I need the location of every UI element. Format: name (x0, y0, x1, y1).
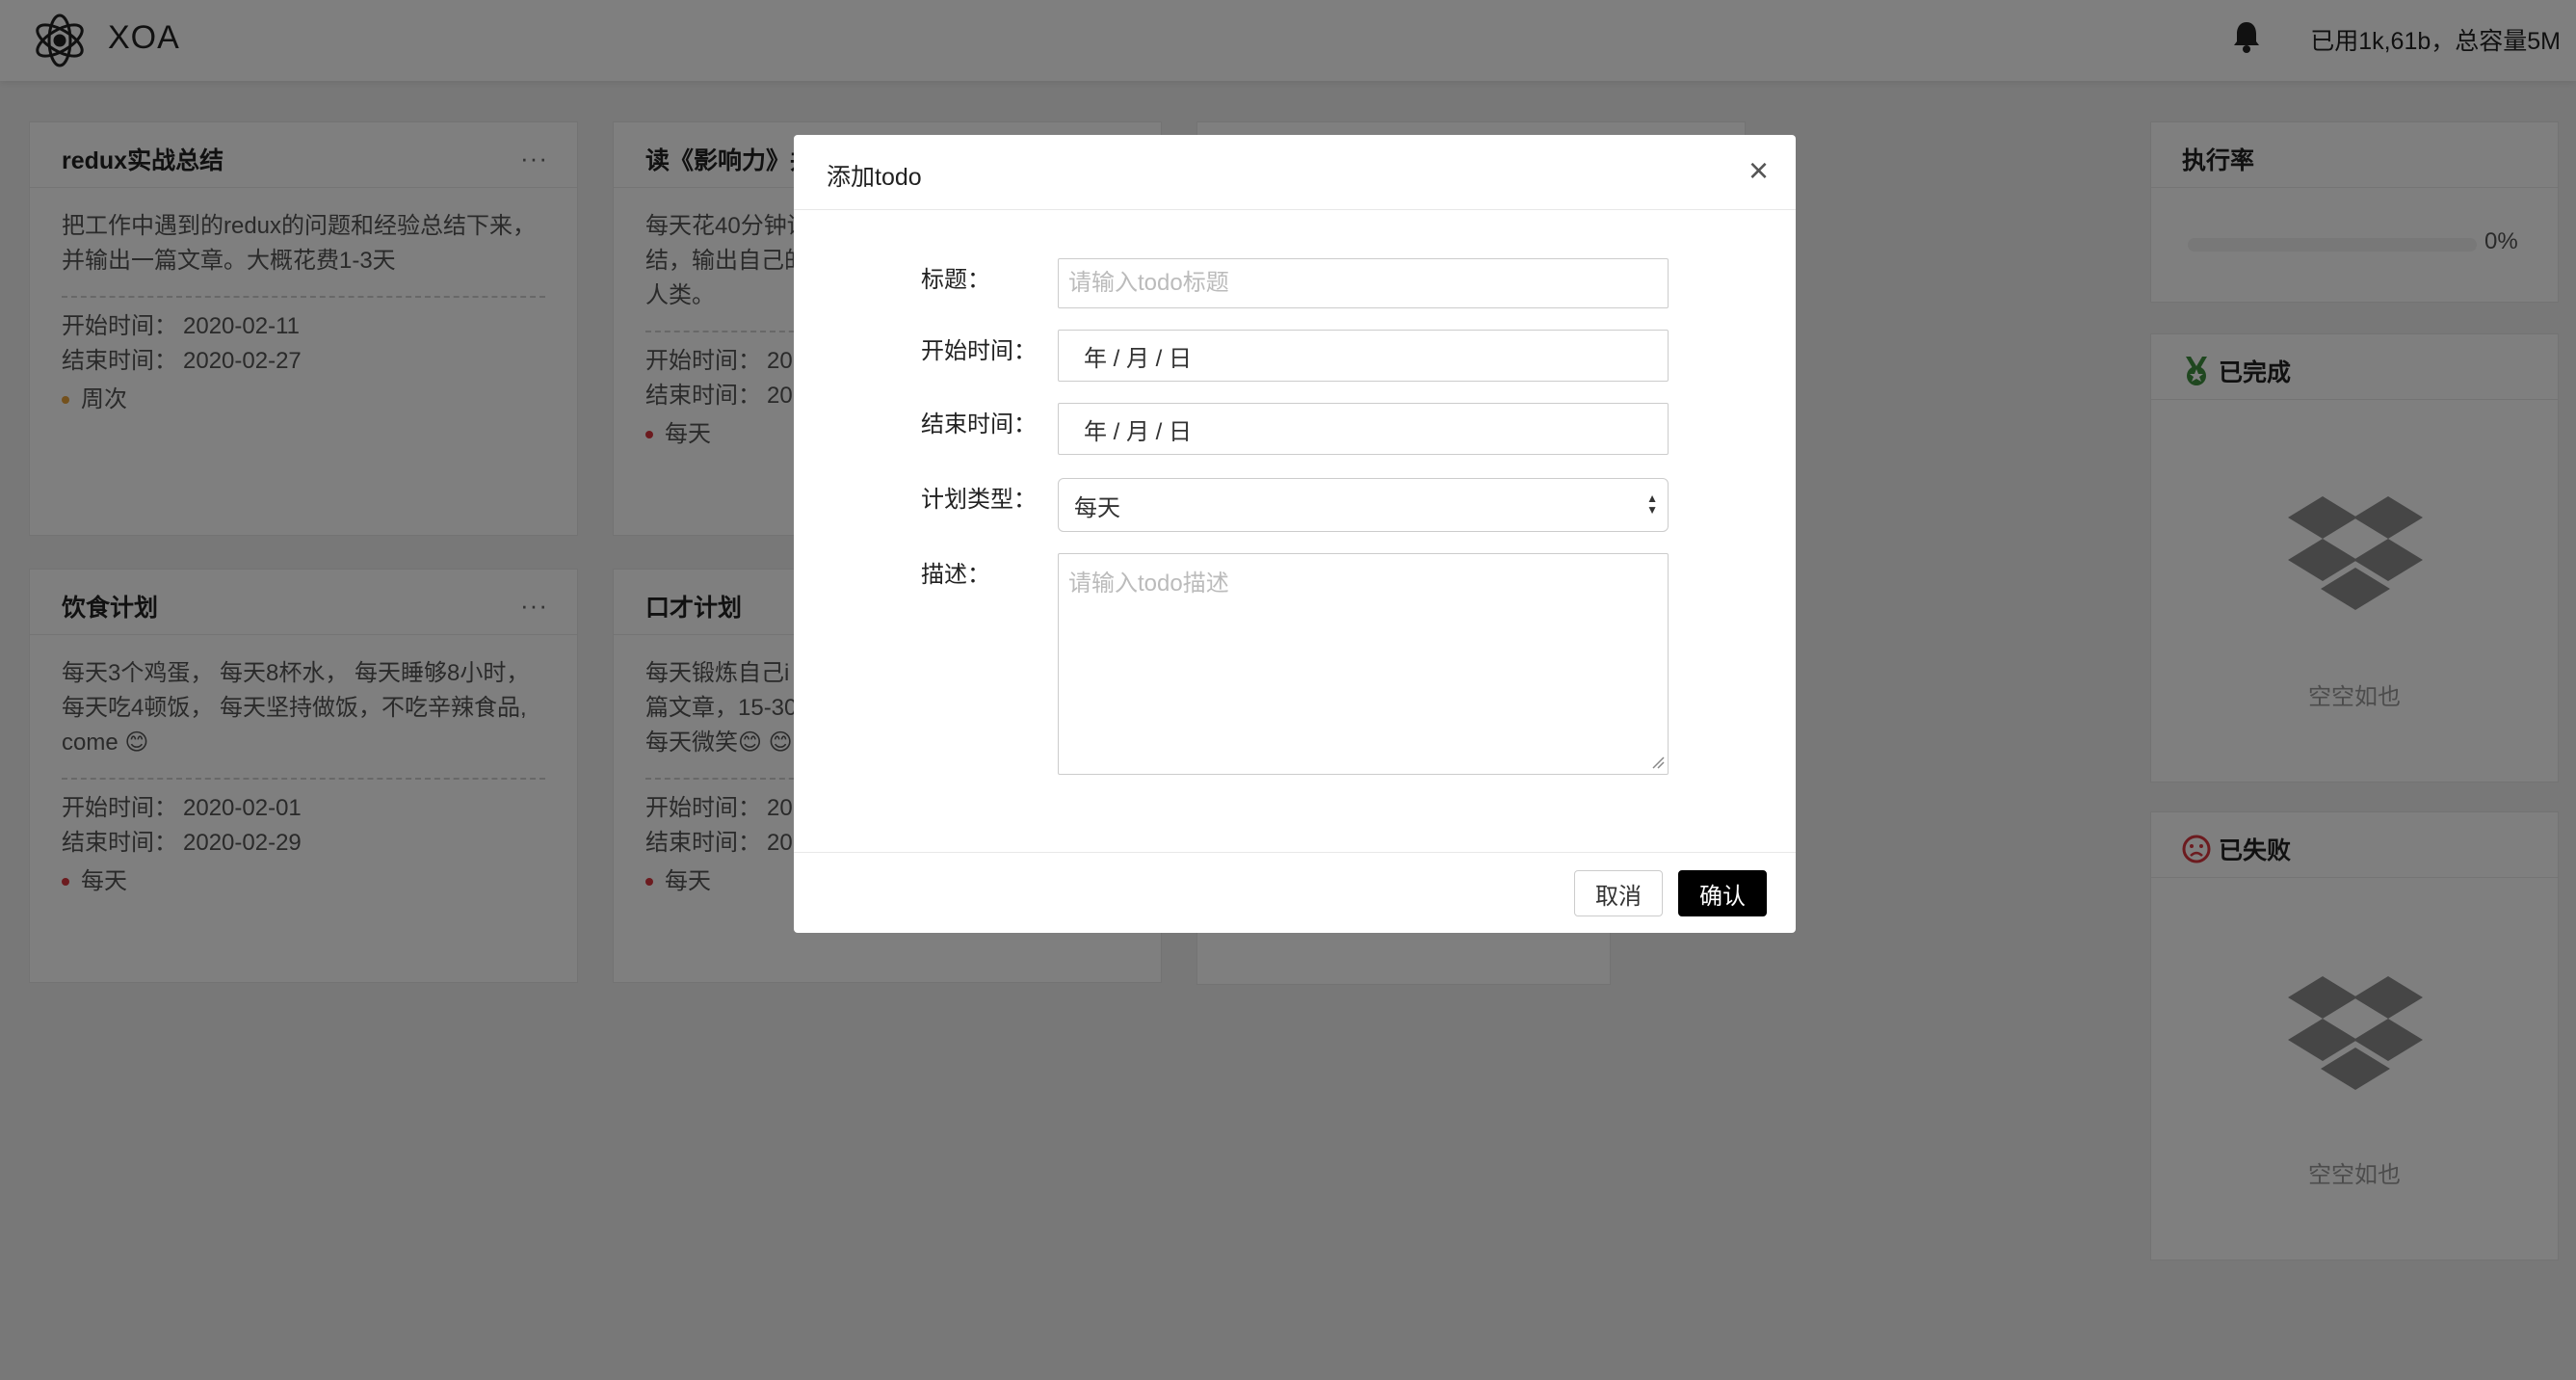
close-icon[interactable]: × (1748, 150, 1769, 191)
plan-type-value: 每天 (1074, 494, 1120, 521)
cancel-button[interactable]: 取消 (1574, 870, 1663, 916)
add-todo-modal: 添加todo × 标题： 开始时间： 年 / 月 / 日 结束时间： 年 / 月… (794, 135, 1796, 933)
description-label: 描述： (921, 562, 990, 588)
modal-title: 添加todo (827, 164, 922, 191)
title-label: 标题： (921, 267, 990, 293)
end-time-label: 结束时间： (921, 411, 1037, 438)
plan-type-select[interactable]: 每天 ▲ ▼ (1058, 478, 1669, 532)
modal-header: 添加todo × (794, 135, 1796, 210)
confirm-button[interactable]: 确认 (1678, 870, 1767, 916)
end-date-input[interactable]: 年 / 月 / 日 (1058, 403, 1669, 455)
select-arrows-icon: ▲ ▼ (1646, 491, 1658, 517)
end-date-value: 年 / 月 / 日 (1084, 418, 1193, 445)
resize-grip-icon[interactable] (1651, 756, 1665, 769)
start-date-input[interactable]: 年 / 月 / 日 (1058, 330, 1669, 382)
start-date-value: 年 / 月 / 日 (1084, 345, 1193, 372)
start-time-label: 开始时间： (921, 338, 1037, 364)
description-textarea[interactable] (1058, 553, 1669, 775)
title-input[interactable] (1058, 258, 1669, 308)
plan-type-label: 计划类型： (921, 487, 1037, 513)
modal-footer: 取消 确认 (794, 852, 1796, 933)
